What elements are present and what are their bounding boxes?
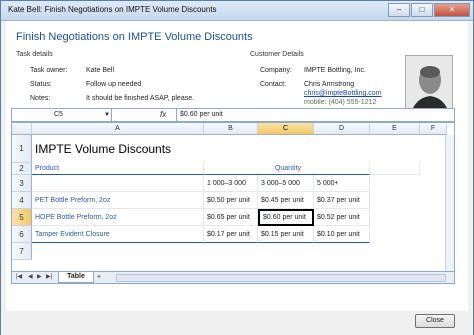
row-header-1[interactable]: 1 [12, 135, 32, 163]
cell-d3[interactable]: 5 000+ [314, 175, 370, 192]
horizontal-scrollbar[interactable] [116, 274, 446, 282]
column-header-a[interactable]: A [32, 123, 204, 135]
column-header-f[interactable]: F [420, 123, 447, 135]
notes-value: It should be finished ASAP, please. [86, 95, 195, 102]
task-owner-value: Kate Bell [86, 67, 115, 74]
contact-photo [405, 55, 453, 116]
close-window-button[interactable]: ✕ [434, 3, 470, 17]
cell-b3[interactable]: 1 000–3 000 [204, 175, 258, 192]
window-controls: – □ ✕ [387, 3, 470, 17]
title-bar[interactable]: Kate Bell: Finish Negotiations on IMPTE … [1, 1, 473, 21]
task-window: Kate Bell: Finish Negotiations on IMPTE … [0, 0, 474, 335]
cell-c3[interactable]: 3 000–5 000 [258, 175, 314, 192]
cell-b6[interactable]: $0.17 per unit [204, 226, 258, 243]
cell-a1-title[interactable]: IMPTE Volume Discounts [32, 135, 314, 163]
contact-mobile: mobile: (404) 555-1212 [304, 99, 377, 106]
column-header-d[interactable]: D [314, 123, 370, 135]
row-header-3[interactable]: 3 [12, 175, 32, 192]
maximize-button[interactable]: □ [411, 3, 433, 17]
row-header-6[interactable]: 6 [12, 226, 32, 243]
cell-d6[interactable]: $0.10 per unit [314, 226, 370, 243]
row-header-5[interactable]: 5 [12, 209, 32, 226]
formula-bar: C5 ▼ fx $0.60 per unit [11, 108, 455, 122]
portrait-image [406, 56, 452, 115]
column-header-c[interactable]: C [258, 123, 314, 135]
cell-a3[interactable] [32, 175, 204, 192]
select-all-corner[interactable] [12, 123, 32, 135]
task-owner-label: Task owner: [30, 67, 68, 74]
cell-a5[interactable]: HOPE Bottle Preform, 2oz [32, 209, 204, 226]
contact-name: Chris Armstrong [304, 81, 355, 88]
formula-input[interactable]: $0.60 per unit [176, 109, 454, 121]
status-label: Status: [30, 81, 52, 88]
minimize-button[interactable]: – [388, 3, 410, 17]
column-header-b[interactable]: B [204, 123, 258, 135]
vertical-scrollbar[interactable] [445, 135, 454, 271]
spreadsheet-grid[interactable]: A B C D E F 1 2 3 4 5 6 7 IMPTE Volume D… [11, 122, 455, 272]
contact-label: Contact: [260, 81, 287, 88]
last-sheet-icon[interactable]: ▶| [46, 273, 52, 280]
cell-d5[interactable]: $0.52 per unit [314, 209, 370, 226]
status-value: Follow up needed [86, 81, 142, 88]
customer-details-label: Customer Details [250, 51, 304, 58]
notes-label: Notes: [30, 95, 51, 102]
cell-c5-active[interactable]: $0.60 per unit [258, 209, 314, 226]
row-header-7[interactable]: 7 [12, 243, 32, 260]
cell-a4[interactable]: PET Bottle Preform, 2oz [32, 192, 204, 209]
cell-c6[interactable]: $0.15 per unit [258, 226, 314, 243]
sheet-tab-table[interactable]: Table [58, 272, 94, 283]
cell-e2[interactable] [370, 163, 420, 175]
chevron-down-icon[interactable]: ▼ [104, 109, 110, 121]
sheet-tab-bar: |◀ ◀ ▶ ▶| Table ✦ [11, 272, 455, 284]
prev-sheet-icon[interactable]: ◀ [28, 273, 33, 280]
dialog-footer [1, 311, 473, 335]
close-button[interactable]: Close [415, 314, 455, 328]
cell-b5[interactable]: $0.65 per unit [204, 209, 258, 226]
task-details-label: Task details [16, 51, 53, 58]
new-sheet-icon[interactable]: ✦ [96, 273, 106, 282]
row-header-2[interactable]: 2 [12, 163, 32, 175]
contact-email-link[interactable]: chris@impteBottling.com [304, 90, 382, 97]
next-sheet-icon[interactable]: ▶ [37, 273, 42, 280]
name-box[interactable]: C5 [12, 109, 112, 121]
company-label: Company: [260, 67, 292, 74]
first-sheet-icon[interactable]: |◀ [16, 273, 22, 280]
company-value: IMPTE Bottling, Inc. [304, 67, 366, 74]
window-title: Kate Bell: Finish Negotiations on IMPTE … [8, 5, 217, 14]
function-icon[interactable]: fx [160, 109, 166, 121]
cell-a6[interactable]: Tamper Evident Closure [32, 226, 204, 243]
cell-b4[interactable]: $0.50 per unit [204, 192, 258, 209]
row-header-4[interactable]: 4 [12, 192, 32, 209]
cell-d4[interactable]: $0.37 per unit [314, 192, 370, 209]
cell-c4[interactable]: $0.45 per unit [258, 192, 314, 209]
column-header-e[interactable]: E [370, 123, 420, 135]
page-title: Finish Negotiations on IMPTE Volume Disc… [16, 31, 253, 43]
cell-b2-quantity[interactable]: Quantity [204, 163, 370, 175]
cell-a2-product[interactable]: Product [32, 163, 204, 175]
